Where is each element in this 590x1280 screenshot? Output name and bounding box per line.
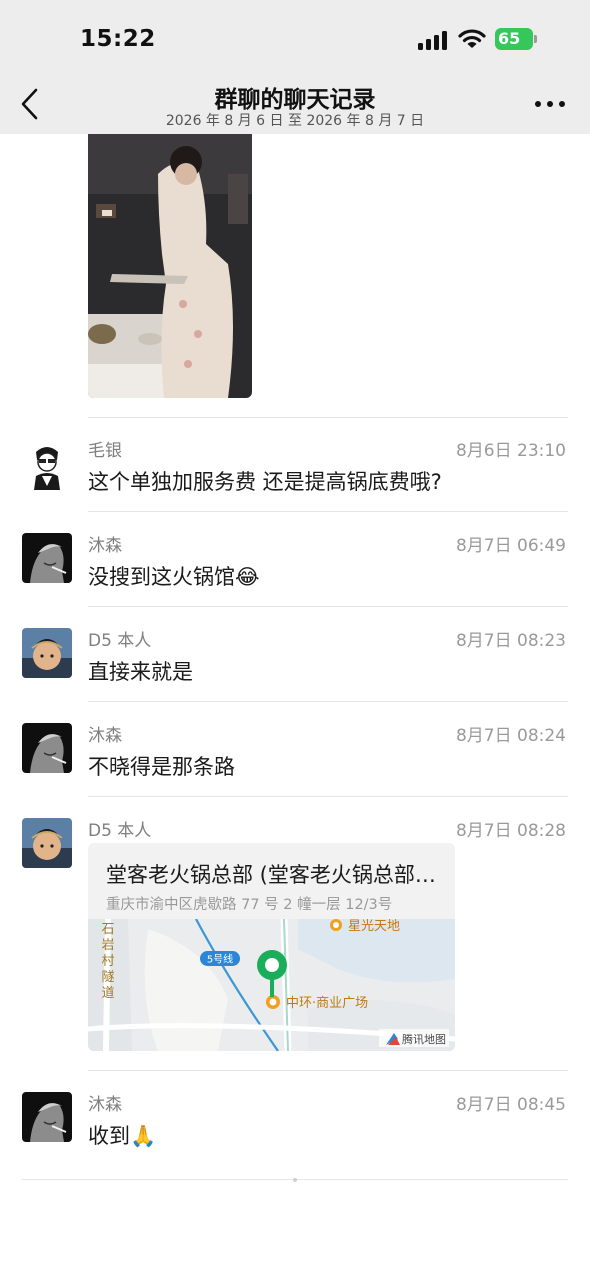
- message-time: 8月7日 08:45: [455, 1095, 566, 1115]
- page-title: 群聊的聊天记录: [214, 87, 376, 113]
- message-text: 直接来就是: [88, 660, 193, 684]
- status-time: 15:22: [80, 26, 156, 52]
- sender-name: 沐森: [88, 726, 122, 746]
- more-options-icon[interactable]: [533, 98, 567, 110]
- map-watermark: 腾讯地图: [402, 1032, 446, 1046]
- header: 15:22 65 群聊的聊天记录 2026 年 8 月 6 日 至 2026 年…: [0, 0, 590, 134]
- message-time: 8月7日 08:23: [455, 631, 566, 651]
- image-message[interactable]: [88, 134, 252, 398]
- sender-name: D5 本人: [88, 631, 152, 651]
- battery-level: 65: [498, 29, 521, 48]
- tunnel-char: 隧: [101, 969, 114, 985]
- divider: [88, 511, 568, 512]
- message-text: 收到: [88, 1124, 130, 1148]
- avatar[interactable]: [22, 723, 72, 773]
- laugh-cry-emoji-icon: 😂: [235, 565, 260, 589]
- avatar[interactable]: [22, 1092, 72, 1142]
- sender-name: D5 本人: [88, 821, 152, 841]
- sender-name: 毛银: [88, 441, 122, 461]
- avatar[interactable]: [22, 533, 72, 583]
- sender-name: 沐森: [88, 536, 122, 556]
- avatar[interactable]: [22, 628, 72, 678]
- message-text: 不晓得是那条路: [88, 755, 235, 779]
- divider: [88, 796, 568, 797]
- tunnel-label: 石 岩 村 隧 道: [101, 922, 114, 1001]
- divider: [88, 606, 568, 607]
- message-text-row: 收到🙏: [88, 1120, 156, 1150]
- tunnel-char: 道: [101, 986, 114, 1001]
- divider: [88, 417, 568, 418]
- message-time: 8月7日 08:24: [455, 726, 566, 746]
- cellular-signal-icon: [418, 30, 450, 50]
- battery-icon: 65: [495, 28, 537, 50]
- message-time: 8月7日 06:49: [455, 536, 566, 556]
- message-text-row: 没搜到这火锅馆😂: [88, 561, 260, 591]
- tunnel-char: 村: [101, 954, 114, 969]
- divider: [88, 701, 568, 702]
- tunnel-char: 岩: [101, 938, 114, 953]
- message-text: 这个单独加服务费 还是提高锅底费哦?: [88, 470, 442, 494]
- wifi-icon: [458, 29, 486, 48]
- location-address: 重庆市渝中区虎歇路 77 号 2 幢一层 12/3号: [106, 897, 393, 913]
- sender-name: 沐森: [88, 1095, 122, 1115]
- location-card[interactable]: 堂客老火锅总部 (堂客老火锅总部店) 重庆市渝中区虎歇路 77 号 2 幢一层 …: [88, 843, 455, 1051]
- message-time: 8月7日 08:28: [455, 821, 566, 841]
- date-range: 2026 年 8 月 6 日 至 2026 年 8 月 7 日: [165, 113, 425, 129]
- poi-main-label: 中环·商业广场: [286, 996, 368, 1011]
- end-dot: [293, 1178, 297, 1182]
- metro-line-label: 5号线: [207, 953, 233, 966]
- praying-hands-emoji-icon: 🙏: [130, 1124, 157, 1148]
- map-preview: 5号线 石 岩 村 隧 道 星光天地 中环·商业广场 腾讯地图: [88, 919, 455, 1051]
- poi-top-label: 星光天地: [348, 919, 400, 934]
- tunnel-char: 石: [101, 922, 114, 937]
- avatar[interactable]: [22, 818, 72, 868]
- avatar[interactable]: [22, 440, 72, 490]
- restaurant-photo: [88, 134, 252, 398]
- divider: [88, 1070, 568, 1071]
- message-text: 没搜到这火锅馆: [88, 565, 235, 589]
- message-time: 8月6日 23:10: [455, 441, 566, 461]
- location-name: 堂客老火锅总部 (堂客老火锅总部店): [106, 863, 436, 887]
